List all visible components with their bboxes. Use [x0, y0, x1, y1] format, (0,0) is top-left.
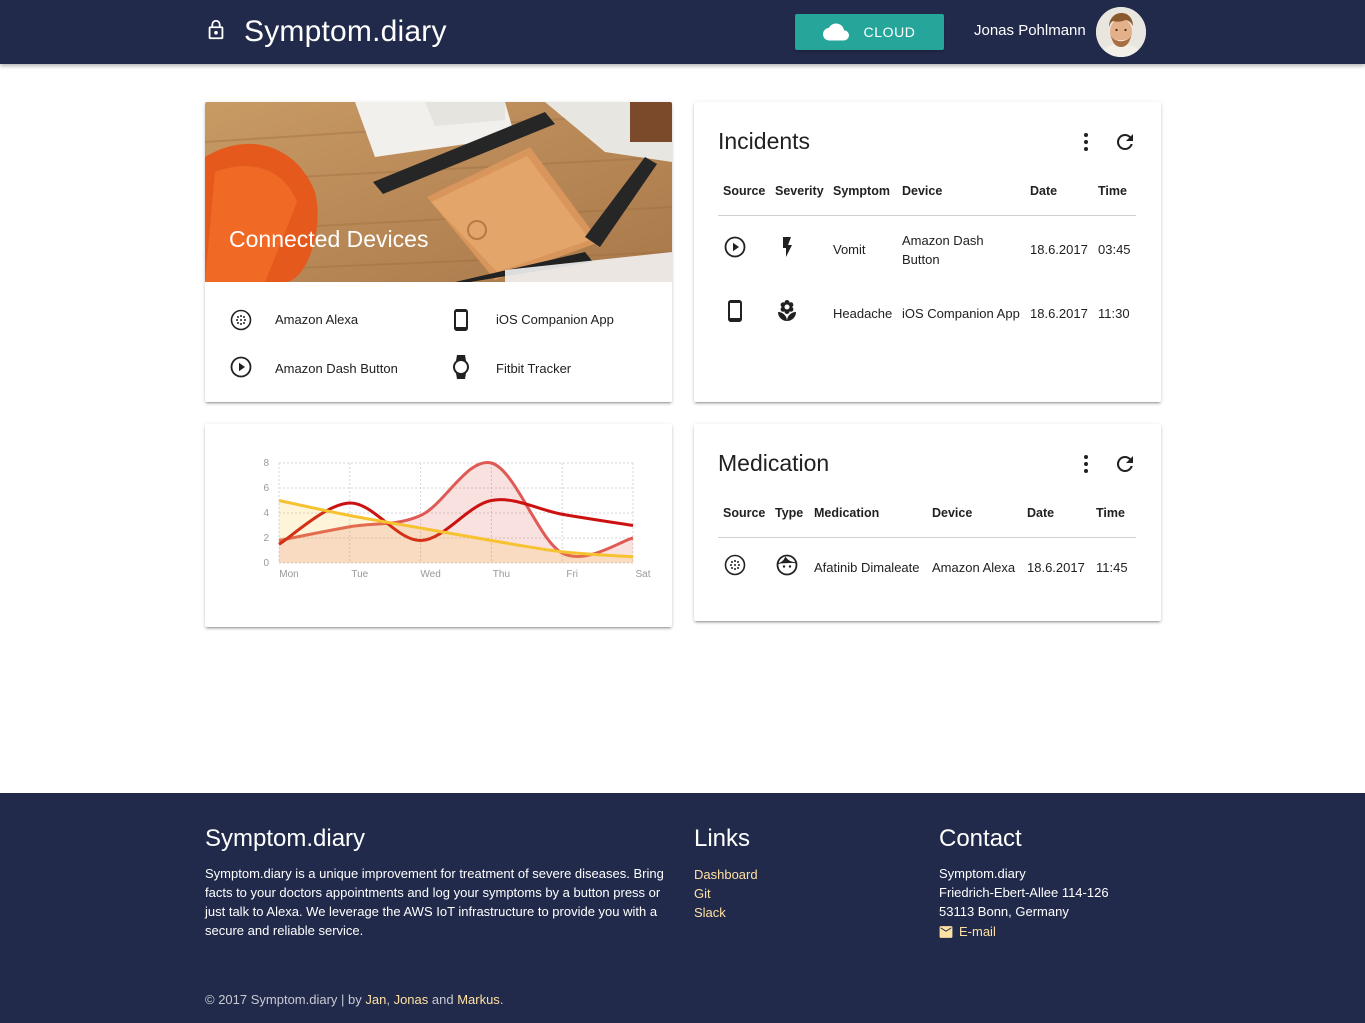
- device-label: Amazon Alexa: [275, 312, 359, 327]
- local-florist-icon: [775, 299, 799, 323]
- col-header-device[interactable]: Device: [932, 506, 972, 520]
- footer-link-git[interactable]: Git: [694, 886, 711, 901]
- page-footer: Symptom.diary Symptom.diary is a unique …: [0, 793, 1365, 1023]
- email-label: E-mail: [959, 924, 996, 939]
- col-header-source[interactable]: Source: [723, 506, 765, 520]
- col-header-severity[interactable]: Severity: [775, 184, 824, 198]
- top-navbar: Symptom.diary CLOUD Jonas Pohlmann: [0, 0, 1365, 64]
- device-item-fitbit-tracker[interactable]: Fitbit Tracker: [449, 355, 571, 384]
- mail-icon: [939, 925, 953, 938]
- col-header-device[interactable]: Device: [902, 184, 942, 198]
- contact-city: 53113 Bonn, Germany: [939, 904, 1069, 919]
- contact-street: Friedrich-Ebert-Allee 114-126: [939, 885, 1109, 900]
- y-tick-label: 0: [263, 558, 269, 569]
- device-item-ios-companion-app[interactable]: iOS Companion App: [449, 308, 614, 337]
- smartphone-icon: [449, 308, 473, 337]
- col-header-time[interactable]: Time: [1096, 506, 1125, 520]
- refresh-icon[interactable]: [1113, 452, 1137, 476]
- col-header-medication[interactable]: Medication: [814, 506, 879, 520]
- incidents-card: Incidents Source Severity Symptom Device…: [694, 102, 1161, 402]
- more-vert-icon[interactable]: [1074, 130, 1098, 154]
- incident-time: 03:45: [1098, 242, 1131, 257]
- incident-device: iOS Companion App: [902, 306, 1020, 321]
- medication-name: Afatinib Dimaleate: [814, 560, 920, 575]
- cloud-button[interactable]: CLOUD: [795, 14, 944, 50]
- brand[interactable]: Symptom.diary: [205, 14, 447, 50]
- col-header-time[interactable]: Time: [1098, 184, 1127, 198]
- table-header-divider: [718, 537, 1136, 538]
- author-link-markus[interactable]: Markus: [457, 992, 500, 1007]
- cloud-icon: [823, 23, 850, 41]
- footer-link-slack[interactable]: Slack: [694, 905, 726, 920]
- app-title: Symptom.diary: [244, 15, 447, 48]
- incident-date: 18.6.2017: [1030, 306, 1088, 321]
- medication-title: Medication: [718, 450, 830, 476]
- table-header-divider: [718, 215, 1136, 216]
- x-tick-label: Wed: [420, 569, 440, 580]
- incident-date: 18.6.2017: [1030, 242, 1088, 257]
- device-item-amazon-alexa[interactable]: Amazon Alexa: [229, 308, 358, 337]
- face-icon: [775, 553, 799, 577]
- symptom-chart-card: 0 2 4 6 8 Mon Tue Wed Thu Fri Sat: [205, 424, 672, 627]
- copyright-line: © 2017 Symptom.diary | by Jan, Jonas and…: [205, 992, 503, 1007]
- device-label: iOS Companion App: [496, 312, 614, 327]
- devices-hero-image: Connected Devices: [205, 102, 672, 282]
- y-tick-label: 8: [263, 458, 269, 469]
- cloud-button-label: CLOUD: [863, 24, 916, 40]
- x-tick-label: Sat: [635, 569, 650, 580]
- footer-links-title: Links: [694, 825, 751, 852]
- more-vert-icon[interactable]: [1074, 452, 1098, 476]
- footer-title: Symptom.diary: [205, 825, 366, 852]
- author-separator: and: [428, 992, 458, 1007]
- connected-devices-card: Connected Devices Amazon Alexa iOS Compa…: [205, 102, 672, 402]
- incident-time: 11:30: [1098, 306, 1130, 321]
- medication-time: 11:45: [1096, 560, 1128, 575]
- play-circle-icon: [229, 355, 253, 384]
- smartphone-icon: [723, 299, 747, 323]
- contact-email-link[interactable]: E-mail: [939, 924, 996, 939]
- alexa-dots-icon: [723, 553, 747, 577]
- col-header-symptom[interactable]: Symptom: [833, 184, 890, 198]
- author-link-jonas[interactable]: Jonas: [394, 992, 429, 1007]
- y-tick-label: 4: [263, 508, 269, 519]
- lock-icon: [205, 19, 227, 46]
- device-item-amazon-dash-button[interactable]: Amazon Dash Button: [229, 355, 398, 384]
- device-label: Amazon Dash Button: [275, 361, 398, 376]
- col-header-date[interactable]: Date: [1027, 506, 1054, 520]
- incident-device: Amazon Dash Button: [902, 233, 984, 267]
- copyright-end: .: [499, 992, 504, 1007]
- play-circle-icon: [723, 235, 747, 259]
- x-tick-label: Thu: [493, 569, 510, 580]
- lightning-icon: [775, 235, 799, 259]
- footer-description: Symptom.diary is a unique improvement fo…: [205, 866, 664, 938]
- avatar[interactable]: [1096, 7, 1146, 57]
- incidents-title: Incidents: [718, 128, 811, 154]
- y-tick-label: 6: [263, 483, 269, 494]
- contact-name: Symptom.diary: [939, 866, 1026, 881]
- incident-symptom: Vomit: [833, 242, 866, 257]
- y-tick-label: 2: [263, 533, 269, 544]
- user-name[interactable]: Jonas Pohlmann: [974, 22, 1086, 39]
- alexa-dots-icon: [229, 308, 253, 337]
- author-separator: ,: [386, 992, 394, 1007]
- watch-icon: [449, 355, 473, 384]
- medication-device: Amazon Alexa: [932, 560, 1016, 575]
- author-link-jan[interactable]: Jan: [365, 992, 386, 1007]
- medication-date: 18.6.2017: [1027, 560, 1085, 575]
- footer-link-dashboard[interactable]: Dashboard: [694, 867, 758, 882]
- x-tick-label: Tue: [351, 569, 368, 580]
- col-header-type[interactable]: Type: [775, 506, 803, 520]
- devices-card-title: Connected Devices: [229, 226, 429, 252]
- refresh-icon[interactable]: [1113, 130, 1137, 154]
- symptom-line-chart: 0 2 4 6 8 Mon Tue Wed Thu Fri Sat: [263, 458, 650, 580]
- copyright-text: © 2017 Symptom.diary | by: [205, 992, 366, 1007]
- medication-card: Medication Source Type Medication Device…: [694, 424, 1161, 621]
- x-tick-label: Mon: [279, 569, 298, 580]
- device-label: Fitbit Tracker: [496, 361, 572, 376]
- footer-contact-title: Contact: [939, 825, 1022, 852]
- col-header-source[interactable]: Source: [723, 184, 765, 198]
- incident-symptom: Headache: [833, 306, 893, 321]
- x-tick-label: Fri: [566, 569, 578, 580]
- col-header-date[interactable]: Date: [1030, 184, 1057, 198]
